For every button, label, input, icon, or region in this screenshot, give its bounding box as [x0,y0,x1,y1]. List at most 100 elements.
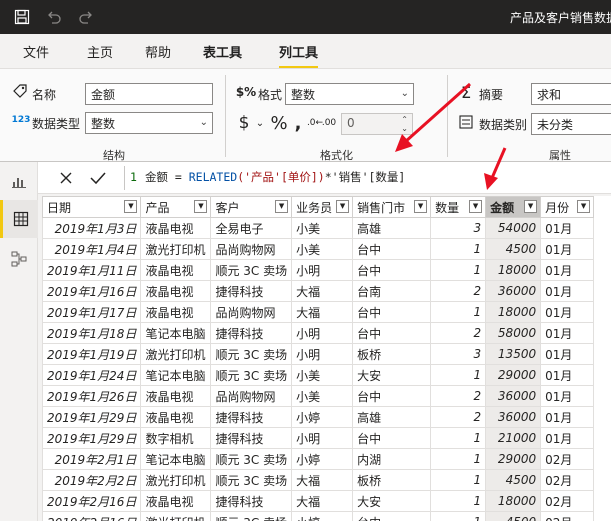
table-cell[interactable]: 液晶电视 [140,385,212,407]
filter-dropdown-icon[interactable]: ▼ [524,200,538,213]
tab-column-tools[interactable]: 列工具 [279,42,319,69]
table-cell[interactable]: 高雄 [352,217,432,239]
table-cell[interactable]: 2019年1月26日 [42,385,142,407]
table-cell[interactable]: 大安 [352,490,432,512]
table-cell[interactable]: 板桥 [352,343,432,365]
commit-icon[interactable] [86,167,110,189]
filter-dropdown-icon[interactable]: ▼ [577,200,591,213]
category-select[interactable]: 未分类 [531,113,611,135]
column-header[interactable]: 销售门市 ▼ [352,196,432,218]
table-cell[interactable]: 1 [430,301,487,323]
chevron-down-icon[interactable]: ⌄ [254,113,266,133]
table-cell[interactable]: 大福 [291,490,354,512]
table-cell[interactable]: 4500 [485,238,542,260]
table-cell[interactable]: 大福 [291,301,354,323]
table-cell[interactable]: 内湖 [352,448,432,470]
undo-icon[interactable] [44,7,64,27]
tab-table-tools[interactable]: 表工具 [203,42,242,61]
table-cell[interactable]: 小明 [291,343,354,365]
table-cell[interactable]: 4500 [485,511,542,521]
table-row[interactable]: 2019年1月18日 笔记本电脑 捷得科技 小明 台中 2 58000 01月 [42,322,595,344]
table-row[interactable]: 2019年1月24日 笔记本电脑 顺元 3C 卖场 小美 大安 1 29000 01月 [42,364,595,386]
table-row[interactable]: 2019年1月11日 液晶电视 顺元 3C 卖场 小明 台中 1 18000 01月 [42,259,595,281]
filter-dropdown-icon[interactable]: ▼ [469,200,483,213]
table-cell[interactable]: 1 [430,259,487,281]
table-cell[interactable]: 小明 [291,322,354,344]
table-cell[interactable]: 29000 [485,448,542,470]
tab-home[interactable]: 主页 [87,42,113,61]
table-cell[interactable]: 捷得科技 [210,406,293,428]
table-cell[interactable]: 捷得科技 [210,322,293,344]
table-row[interactable]: 2019年1月26日 液晶电视 品尚购物网 小美 台中 2 36000 01月 [42,385,595,407]
datatype-select[interactable]: 整数 ⌄ [85,112,213,134]
tab-file[interactable]: 文件 [23,42,49,61]
table-cell[interactable]: 01月 [540,322,595,344]
table-cell[interactable]: 1 [430,490,487,512]
table-cell[interactable]: 13500 [485,343,542,365]
table-cell[interactable]: 01月 [540,301,595,323]
table-cell[interactable]: 小美 [291,364,354,386]
table-cell[interactable]: 01月 [540,385,595,407]
table-cell[interactable]: 2019年2月2日 [42,469,142,491]
table-row[interactable]: 2019年1月29日 数字相机 捷得科技 小明 台中 1 21000 01月 [42,427,595,449]
table-cell[interactable]: 01月 [540,364,595,386]
filter-dropdown-icon[interactable]: ▼ [336,200,350,213]
table-cell[interactable]: 台中 [352,322,432,344]
table-cell[interactable]: 2019年1月4日 [42,238,142,260]
table-cell[interactable]: 笔记本电脑 [140,448,212,470]
table-cell[interactable]: 02月 [540,490,595,512]
table-row[interactable]: 2019年1月4日 激光打印机 品尚购物网 小美 台中 1 4500 01月 [42,238,595,260]
table-cell[interactable]: 3 [430,217,487,239]
table-cell[interactable]: 18000 [485,301,542,323]
table-cell[interactable]: 01月 [540,280,595,302]
table-cell[interactable]: 液晶电视 [140,259,212,281]
table-cell[interactable]: 1 [430,427,487,449]
table-cell[interactable]: 台中 [352,511,432,521]
filter-dropdown-icon[interactable]: ▼ [194,200,208,213]
table-cell[interactable]: 36000 [485,406,542,428]
table-cell[interactable]: 1 [430,469,487,491]
table-cell[interactable]: 01月 [540,427,595,449]
table-cell[interactable]: 21000 [485,427,542,449]
stepper-arrows-icon[interactable]: ⌃ ⌄ [401,115,408,133]
formula-input[interactable]: 1 金额 = RELATED('产品'[单价])*'销售'[数量] [130,169,405,185]
table-cell[interactable]: 2019年1月29日 [42,427,142,449]
table-cell[interactable]: 02月 [540,469,595,491]
table-row[interactable]: 2019年2月2日 激光打印机 顺元 3C 卖场 大福 板桥 1 4500 02月 [42,469,595,491]
redo-icon[interactable] [76,7,96,27]
table-cell[interactable]: 小美 [291,238,354,260]
column-header[interactable]: 日期 ▼ [42,196,142,218]
table-cell[interactable]: 02月 [540,448,595,470]
table-cell[interactable]: 台南 [352,280,432,302]
table-cell[interactable]: 3 [430,343,487,365]
table-row[interactable]: 2019年2月16日激光打印机顺元 3C 卖场小婷台中1450002月 [42,511,595,521]
column-header[interactable]: 产品 ▼ [140,196,212,218]
table-cell[interactable]: 激光打印机 [140,343,212,365]
table-cell[interactable]: 数字相机 [140,427,212,449]
table-cell[interactable]: 小婷 [291,406,354,428]
table-cell[interactable]: 36000 [485,385,542,407]
table-cell[interactable]: 台中 [352,238,432,260]
table-cell[interactable]: 2019年1月11日 [42,259,142,281]
data-view-icon[interactable] [0,200,38,238]
table-cell[interactable]: 液晶电视 [140,406,212,428]
table-cell[interactable]: 18000 [485,490,542,512]
table-row[interactable]: 2019年1月29日 液晶电视 捷得科技 小婷 高雄 2 36000 01月 [42,406,595,428]
table-row[interactable]: 2019年1月17日 液晶电视 品尚购物网 大福 台中 1 18000 01月 [42,301,595,323]
table-cell[interactable]: 2 [430,322,487,344]
decrease-decimal-icon[interactable]: .0← [307,113,323,133]
table-cell[interactable]: 58000 [485,322,542,344]
table-cell[interactable]: 品尚购物网 [210,301,293,323]
filter-dropdown-icon[interactable]: ▼ [275,200,289,213]
thousands-separator-button[interactable]: , [292,113,304,134]
table-cell[interactable]: 小明 [291,259,354,281]
percent-button[interactable]: % [270,113,288,134]
table-cell[interactable]: 2019年1月17日 [42,301,142,323]
table-cell[interactable]: 2 [430,406,487,428]
table-cell[interactable]: 2 [430,385,487,407]
table-cell[interactable]: 液晶电视 [140,217,212,239]
table-cell[interactable]: 02月 [540,511,595,521]
table-row[interactable]: 2019年1月19日 激光打印机 顺元 3C 卖场 小明 板桥 3 13500 01月 [42,343,595,365]
table-cell[interactable]: 小婷 [291,448,354,470]
table-cell[interactable]: 01月 [540,406,595,428]
